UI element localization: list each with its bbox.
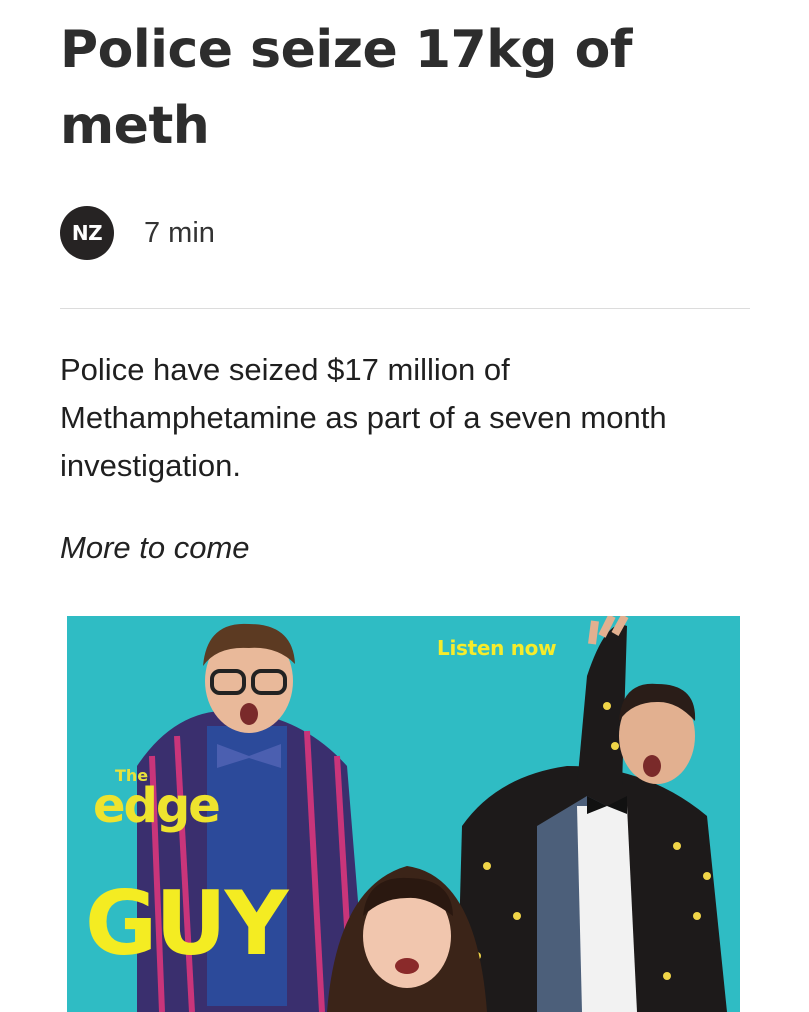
article-headline: Police seize 17kg of meth [60, 20, 632, 156]
show-title: GUY [85, 872, 288, 975]
source-badge[interactable]: NZ [60, 206, 114, 260]
update-note: More to come [60, 530, 250, 565]
byline: NZ 7 min [60, 204, 215, 262]
promo-banner[interactable]: Listen now The edge GUY [67, 616, 740, 1012]
listen-now-button[interactable]: Listen now [437, 636, 557, 660]
brand-logo: edge [93, 778, 221, 834]
divider [60, 308, 750, 309]
article-body: Police have seized $17 million of Metham… [60, 352, 667, 483]
read-time: 7 min [144, 216, 215, 249]
